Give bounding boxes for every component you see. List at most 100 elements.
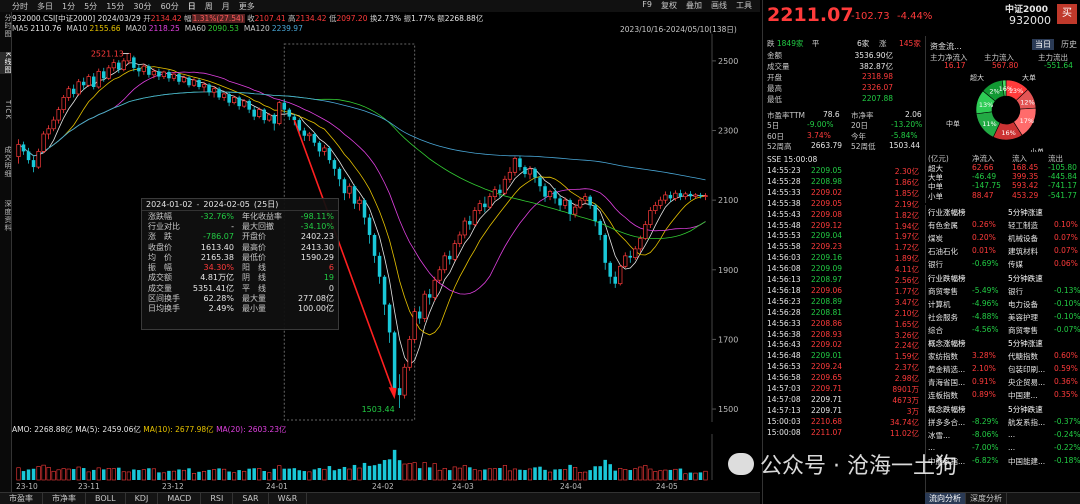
indicator-tab-0[interactable]: 市盈率: [0, 493, 43, 504]
tick-price: 2208.98: [811, 176, 843, 186]
sector-row[interactable]: 拼多多合... -8.29% 航发系指... -0.37%: [928, 417, 1080, 428]
period-label-b: 20日: [851, 121, 869, 130]
sector-row[interactable]: 石油石化 0.01% 建筑材料 0.07%: [928, 246, 1080, 257]
indicator-tab-5[interactable]: RSI: [201, 493, 234, 504]
sector-row[interactable]: 青海省国... 0.91% 央企贸易... 0.36%: [928, 377, 1080, 388]
left-tab-2[interactable]: TICK: [0, 100, 12, 120]
sector-row[interactable]: 家纺指数 3.28% 代糖指数 0.60%: [928, 351, 1080, 362]
volume-bar-19: [111, 468, 116, 481]
buy-button[interactable]: 买: [1057, 4, 1077, 24]
volume-bar-79: [412, 462, 417, 481]
indicator-tab-4[interactable]: MACD: [158, 493, 202, 504]
volume-bar-54: [287, 468, 292, 480]
candle-body-24: [137, 67, 141, 72]
period-6[interactable]: 60分: [161, 1, 179, 12]
volume-bar-62: [327, 466, 332, 480]
volume-bar-93: [483, 469, 487, 480]
tool-4[interactable]: 工具: [736, 0, 752, 11]
donut-pct-2: 17%: [1020, 117, 1034, 125]
volume-bar-126: [648, 468, 653, 481]
sector-row[interactable]: 连板指数 0.89% 中国建... 0.35%: [928, 390, 1080, 401]
index-code-right: 932000: [1009, 14, 1051, 27]
popup-value-a: 5351.41亿: [192, 283, 234, 293]
left-tab-4[interactable]: 深度资料: [0, 200, 12, 232]
candle-body-97: [502, 178, 508, 194]
sector-row[interactable]: 银行 -0.69% 传媒 0.06%: [928, 259, 1080, 270]
candle-body-93: [483, 203, 487, 208]
tool-3[interactable]: 画线: [711, 0, 727, 11]
candle-body-28: [157, 71, 161, 77]
indicator-tab-1[interactable]: 市净率: [43, 493, 86, 504]
period-row: 60日 3.74% 今年 -5.84%: [767, 131, 923, 141]
left-tab-0[interactable]: 分时图: [0, 14, 12, 38]
right-tab-1[interactable]: 深度分析: [966, 493, 1007, 504]
volume-chart[interactable]: 23-10 23-11 23-12 24-01 24-02 24-03 24-04 24-05: [12, 434, 760, 490]
indicator-tab-7[interactable]: W&R: [269, 493, 308, 504]
period-9[interactable]: 月: [222, 1, 230, 12]
indicator-tab-2[interactable]: BOLL: [86, 493, 126, 504]
indicator-tab-3[interactable]: KDJ: [126, 493, 159, 504]
period-3[interactable]: 5分: [84, 1, 97, 12]
sector-value-b: -0.13%: [1054, 285, 1080, 295]
tick-time: 14:55:23: [767, 166, 801, 175]
period-0[interactable]: 分时: [12, 1, 28, 12]
candlestick-chart[interactable]: 2500 2300 2100 1900 1700 1500 2521.13 1503.44: [12, 34, 760, 422]
sector-row[interactable]: 商贸零售 -5.49% 银行 -0.13%: [928, 286, 1080, 297]
volume-bar-67: [352, 464, 357, 480]
flow-today-button[interactable]: 当日: [1032, 39, 1054, 50]
volume-bar-131: [673, 468, 678, 481]
x-tick-5: 24-03: [452, 482, 474, 490]
sector-row[interactable]: 黄金精选... 2.10% 包装印刷... 0.59%: [928, 364, 1080, 375]
right-tab-0[interactable]: 流向分析: [925, 493, 966, 504]
sector-row[interactable]: 综合 -4.56% 商贸零售 -0.07%: [928, 325, 1080, 336]
sector-header: 概念涨幅榜 5分钟涨速: [928, 338, 1080, 349]
period-1[interactable]: 多日: [37, 1, 53, 12]
period-8[interactable]: 周: [205, 1, 213, 12]
sector-row[interactable]: 煤炭 0.20% 机械设备 0.07%: [928, 233, 1080, 244]
candle-body-114: [588, 196, 592, 206]
period-label-a: 5日: [767, 121, 780, 130]
period-5[interactable]: 30分: [133, 1, 151, 12]
left-tab-3[interactable]: 成交明细: [0, 146, 12, 178]
period-7[interactable]: 日: [188, 1, 196, 12]
candle-body-119: [613, 276, 617, 284]
period-10[interactable]: 更多: [239, 1, 255, 12]
candle-body-62: [327, 147, 332, 161]
chg-value: 1.31%(27.54): [191, 14, 245, 23]
ma-label-2: MA20: [125, 24, 147, 33]
sector-row[interactable]: 有色金属 0.26% 轻工制造 0.10%: [928, 220, 1080, 231]
popup-start-date[interactable]: 2024-01-02: [146, 200, 193, 209]
tool-0[interactable]: F9: [642, 0, 652, 11]
popup-row: 振 幅 34.30% 阳 线6: [142, 262, 338, 272]
volume-bar-135: [693, 472, 698, 481]
w52-low-label: 52周低: [851, 142, 876, 151]
volume-bar-31: [171, 470, 177, 481]
sector-row[interactable]: 冰雪... -8.06%... -0.24%: [928, 430, 1080, 441]
sector-head-a: 概念跌幅榜: [928, 404, 966, 414]
period-2[interactable]: 1分: [62, 1, 75, 12]
candle-body-63: [332, 160, 337, 169]
left-tab-1[interactable]: K线图: [0, 52, 12, 74]
flow-cell: -541.77: [1048, 190, 1077, 200]
indicator-tab-6[interactable]: SAR: [233, 493, 269, 504]
tick-list[interactable]: SSE 15:00:08 14:55:23 2209.05 2.30亿 14:55:2…: [763, 155, 923, 438]
volume-bar-73: [382, 460, 387, 480]
candle-body-17: [101, 71, 106, 79]
sector-row[interactable]: 计算机 -4.96% 电力设备 -0.10%: [928, 299, 1080, 310]
sector-row[interactable]: 社会服务 -4.88% 美容护理 -0.10%: [928, 312, 1080, 323]
tool-2[interactable]: 叠加: [686, 0, 702, 11]
flow-history-button[interactable]: 历史: [1058, 39, 1080, 50]
popup-value-a: -: [231, 221, 234, 231]
volume-bar-30: [167, 470, 171, 480]
sector-name-a: 社会服务: [928, 312, 958, 322]
popup-row: 收盘价 1613.40 最高价 2413.30: [142, 242, 338, 252]
ma-line-1: [18, 66, 706, 336]
tool-1[interactable]: 复权: [661, 0, 677, 11]
volume-bar-68: [357, 467, 362, 481]
popup-end-date[interactable]: 2024-02-05: [203, 200, 250, 209]
volume-bar-28: [157, 472, 161, 480]
quote-value: 2207.88: [861, 94, 893, 103]
y-tick-2: 2100: [718, 196, 738, 205]
period-4[interactable]: 15分: [106, 1, 124, 12]
volume-bar-7: [51, 470, 56, 481]
